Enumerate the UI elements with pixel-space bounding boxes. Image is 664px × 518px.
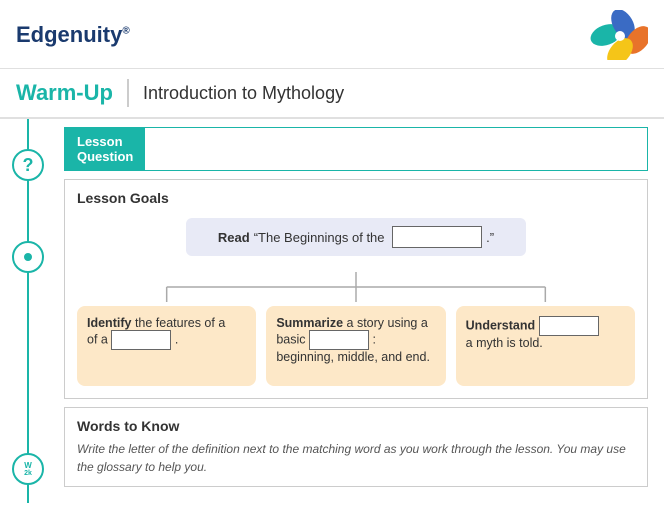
question-icon: ?	[12, 149, 44, 181]
warmup-title: Introduction to Mythology	[143, 83, 344, 104]
words-to-know-heading: Words to Know	[77, 418, 635, 434]
read-box: Read “The Beginnings of the .”	[186, 218, 526, 256]
lesson-goals-panel: Lesson Goals Read “The Beginnings of the…	[64, 179, 648, 399]
goal-box-identify: Identify the features of a of a .	[77, 306, 256, 386]
identify-bold: Identify	[87, 316, 131, 330]
pinwheel-icon	[588, 10, 648, 60]
identify-fill-box[interactable]	[111, 330, 171, 350]
identify-text1: the features of a	[135, 316, 225, 330]
circle-dot-icon	[12, 241, 44, 273]
read-fill-box[interactable]	[392, 226, 482, 248]
summarize-fill-box[interactable]	[309, 330, 369, 350]
warmup-label: Warm-Up	[16, 80, 113, 106]
understand-fill-box[interactable]	[539, 316, 599, 336]
goal-box-summarize: Summarize a story using a basic : beginn…	[266, 306, 445, 386]
identify-text3: .	[175, 332, 178, 346]
understand-bold: Understand	[466, 318, 535, 332]
lesson-question-tab: Lesson Question	[65, 128, 145, 170]
lesson-goals-heading: Lesson Goals	[77, 190, 635, 206]
warmup-divider	[127, 79, 129, 107]
read-bold: Read	[218, 230, 250, 245]
w2k-icon: W 2k	[12, 453, 44, 485]
connector-lines	[77, 272, 635, 302]
summarize-bold: Summarize	[276, 316, 343, 330]
goals-row: Identify the features of a of a . Summar…	[77, 306, 635, 386]
goal-box-understand: Understand a myth is told.	[456, 306, 635, 386]
identify-text2: of a	[87, 332, 111, 346]
understand-text2: a myth is told.	[466, 336, 543, 350]
header: Edgenuity®	[0, 0, 664, 69]
words-to-know-description: Write the letter of the definition next …	[77, 440, 635, 476]
warmup-bar: Warm-Up Introduction to Mythology	[0, 69, 664, 119]
read-quote-start: “The Beginnings of the	[254, 230, 388, 245]
logo-text: Edgenuity®	[16, 22, 130, 47]
content-area: Lesson Question Lesson Goals Read “The B…	[56, 119, 664, 503]
sidebar: ? W 2k	[0, 119, 56, 503]
main-content: ? W 2k Lesson Question Lesson Goals Read…	[0, 119, 664, 503]
lesson-question-panel: Lesson Question	[64, 127, 648, 171]
words-to-know-panel: Words to Know Write the letter of the de…	[64, 407, 648, 487]
read-quote-end: .”	[486, 230, 494, 245]
logo: Edgenuity®	[16, 22, 130, 48]
